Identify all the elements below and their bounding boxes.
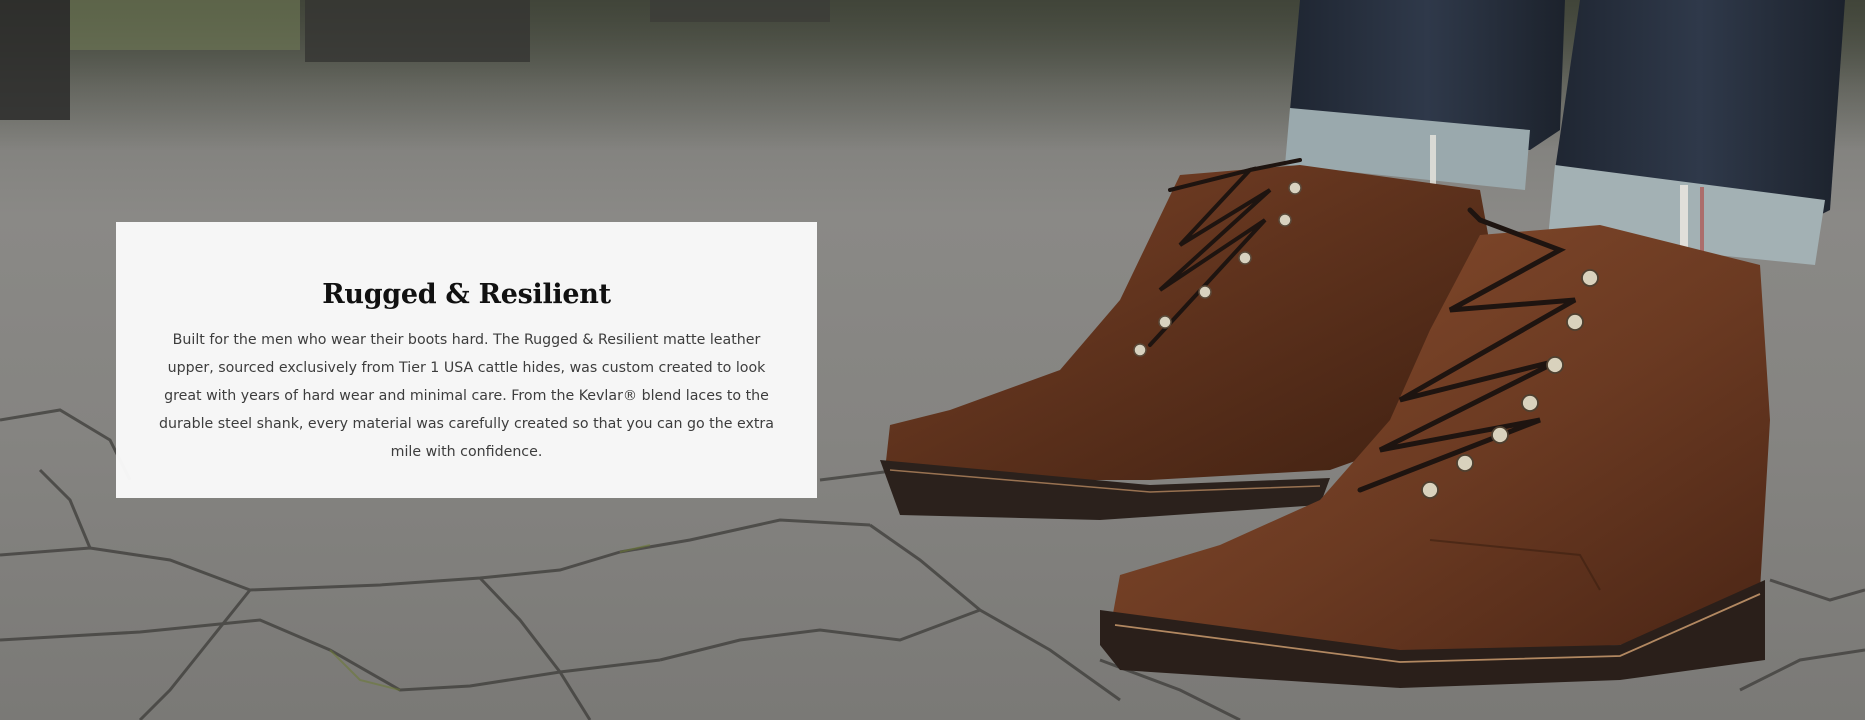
feature-card: Rugged & Resilient Built for the men who… [116,222,817,498]
hero-banner: Rugged & Resilient Built for the men who… [0,0,1865,720]
feature-description: Built for the men who wear their boots h… [159,331,774,460]
feature-title: Rugged & Resilient [322,279,611,310]
